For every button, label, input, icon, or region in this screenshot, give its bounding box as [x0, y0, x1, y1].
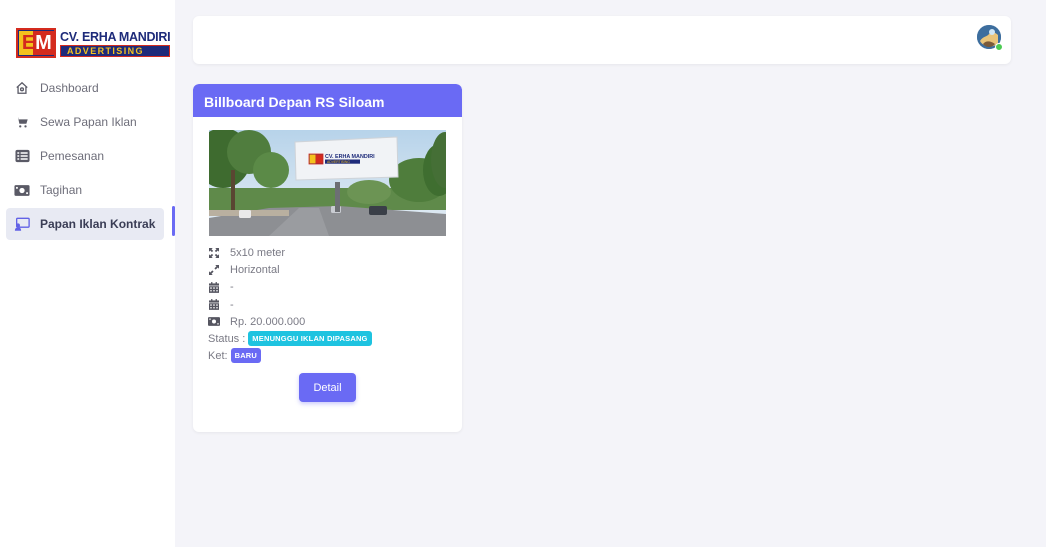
start-date-row: - [208, 279, 448, 296]
billboard-card: Billboard Depan RS Siloam CV. ERHA MANDI… [193, 84, 462, 432]
sidebar-item-label: Pemesanan [40, 149, 105, 163]
billboard-photo: CV. ERHA MANDIRI ADVERTISING [209, 130, 446, 236]
home-icon [14, 80, 30, 96]
billboard-size: 5x10 meter [230, 246, 286, 259]
logo-mark: E M [16, 28, 56, 58]
billboard-orientation: Horizontal [230, 263, 280, 276]
money-icon [14, 182, 30, 198]
app-root: E M CV. ERHA MANDIRI ADVERTISING Dashboa… [0, 0, 1046, 547]
user-avatar[interactable] [977, 25, 1003, 51]
sidebar-item-tagihan[interactable]: Tagihan [6, 174, 164, 206]
orientation-row: Horizontal [208, 261, 448, 278]
logo-text: CV. ERHA MANDIRI ADVERTISING [60, 29, 171, 57]
status-label: Status : [208, 332, 246, 345]
status-row: Status : MENUNGGU IKLAN DIPASANG [208, 330, 448, 347]
main-content: Billboard Depan RS Siloam CV. ERHA MANDI… [175, 0, 1046, 547]
sidebar-item-papan-iklan-kontrak[interactable]: Papan Iklan Kontrak [6, 208, 164, 240]
topbar [193, 16, 1011, 64]
end-date: - [230, 298, 234, 311]
card-title: Billboard Depan RS Siloam [193, 84, 462, 117]
start-date: - [230, 281, 234, 294]
billboard-price: Rp. 20.000.000 [230, 315, 306, 328]
sidebar-nav: Dashboard Sewa Papan Iklan Pemesanan Tag… [0, 72, 175, 242]
calendar-icon [208, 281, 220, 293]
end-date-row: - [208, 296, 448, 313]
size-row: 5x10 meter [208, 244, 448, 261]
sidebar-item-dashboard[interactable]: Dashboard [6, 72, 164, 104]
online-status-dot [995, 43, 1003, 51]
diagonal-arrows-icon [208, 264, 220, 276]
price-row: Rp. 20.000.000 [208, 313, 448, 330]
brand-name: CV. ERHA MANDIRI [60, 29, 171, 44]
logo-letter-m: M [33, 31, 54, 55]
billboard-info: 5x10 meter Horizontal - - Rp. 20.000.000… [208, 244, 448, 364]
ket-row: Ket: BARU [208, 347, 448, 364]
detail-button[interactable]: Detail [299, 373, 356, 402]
cart-icon [14, 114, 30, 130]
brand-logo[interactable]: E M CV. ERHA MANDIRI ADVERTISING [16, 28, 171, 58]
sidebar: E M CV. ERHA MANDIRI ADVERTISING Dashboa… [0, 0, 175, 547]
status-badge: MENUNGGU IKLAN DIPASANG [248, 331, 372, 347]
ket-badge: BARU [230, 348, 262, 364]
list-icon [14, 148, 30, 164]
sidebar-item-pemesanan[interactable]: Pemesanan [6, 140, 164, 172]
brand-subtitle: ADVERTISING [60, 44, 171, 57]
calendar-icon [208, 299, 220, 311]
sidebar-item-label: Papan Iklan Kontrak [40, 217, 156, 231]
ket-label: Ket: [208, 349, 228, 362]
sidebar-item-sewa-papan-iklan[interactable]: Sewa Papan Iklan [6, 106, 164, 138]
money-icon [208, 316, 220, 328]
billboard-icon [14, 216, 30, 232]
sidebar-item-label: Tagihan [40, 183, 83, 197]
billboard-photo-svg: CV. ERHA MANDIRI ADVERTISING [209, 130, 446, 236]
expand-icon [208, 247, 220, 259]
sidebar-item-label: Dashboard [40, 81, 99, 95]
sidebar-item-label: Sewa Papan Iklan [40, 115, 137, 129]
billboard-photo-sub: ADVERTISING [327, 160, 350, 164]
